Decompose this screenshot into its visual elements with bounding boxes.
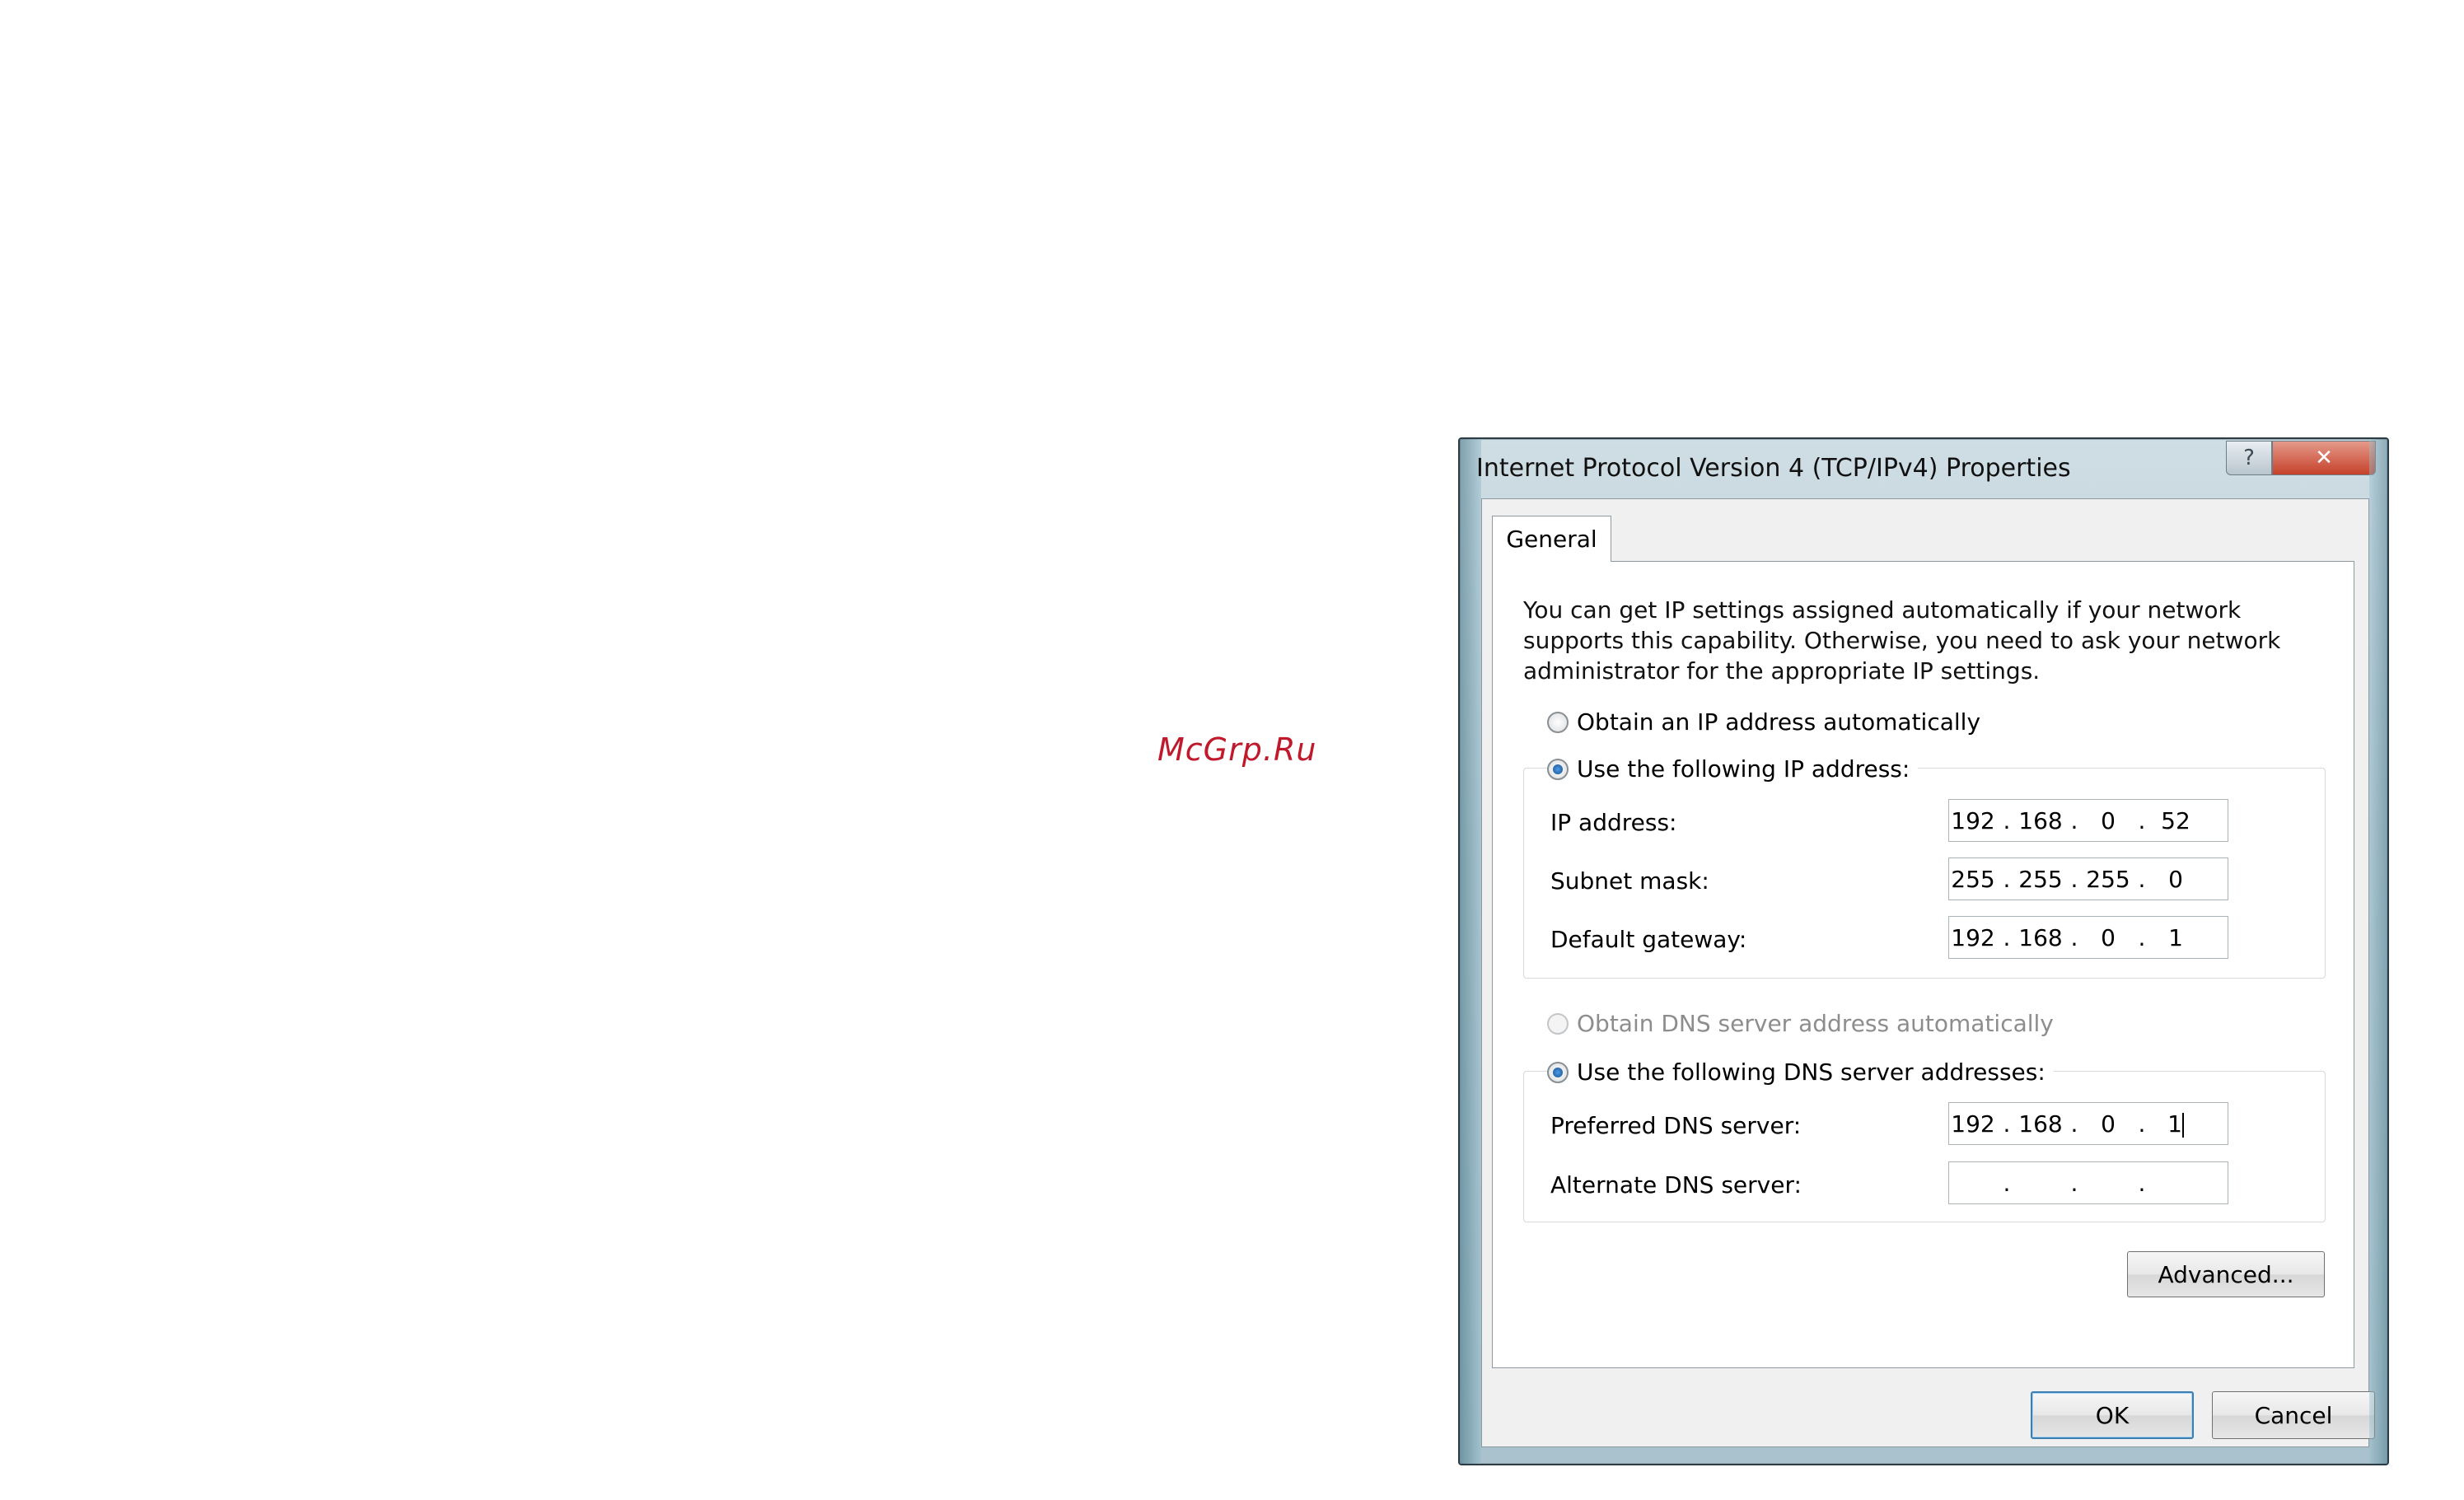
use-following-ip-radio[interactable] [1547,758,1569,780]
description-text: You can get IP settings assigned automat… [1523,596,2281,685]
default-gateway-input[interactable]: 192. 168. 0. 1 [1948,916,2228,959]
octet: 0 [2101,806,2116,834]
obtain-ip-auto-option[interactable]: Obtain an IP address automatically [1547,708,1980,736]
title-bar-buttons: ? ✕ [2226,441,2376,475]
ok-button[interactable]: OK [2031,1391,2194,1439]
octet: 192 [1951,806,1995,834]
close-button[interactable]: ✕ [2272,441,2376,475]
octet: 168 [2018,806,2063,834]
watermark-text: McGrp.Ru [1157,731,1317,768]
use-following-ip-label: Use the following IP address: [1577,755,1910,783]
octet: 255 [2018,865,2063,893]
close-icon: ✕ [2315,446,2333,470]
ip-address-label: IP address: [1550,809,1677,836]
obtain-ip-auto-label: Obtain an IP address automatically [1577,708,1981,736]
octet: 168 [2018,1110,2063,1138]
octet: 0 [2168,865,2183,893]
obtain-dns-auto-label: Obtain DNS server address automatically [1577,1010,2054,1037]
obtain-dns-auto-option[interactable]: Obtain DNS server address automatically [1547,1010,2054,1037]
text-caret [2181,1112,2184,1138]
octet: 168 [2018,923,2063,951]
preferred-dns-input[interactable]: 192. 168. 0. 1 [1948,1102,2228,1145]
alternate-dns-input[interactable]: . . . [1948,1161,2228,1204]
octet: 1 [2168,923,2183,951]
title-bar[interactable]: Internet Protocol Version 4 (TCP/IPv4) P… [1460,439,2387,497]
octet: 1 [2167,1110,2182,1138]
preferred-dns-label: Preferred DNS server: [1550,1112,1802,1139]
use-following-dns-label: Use the following DNS server addresses: [1577,1058,2046,1086]
ip-address-input[interactable]: 192. 168. 0. 52 [1948,799,2228,842]
subnet-mask-label: Subnet mask: [1550,867,1709,895]
general-tab-panel: You can get IP settings assigned automat… [1492,561,2354,1368]
dialog-client-area: General You can get IP settings assigned… [1481,498,2375,1447]
octet: 0 [2101,1110,2116,1138]
obtain-dns-auto-radio[interactable] [1547,1012,1569,1035]
octet: 255 [1951,865,1995,893]
use-following-dns-option[interactable]: Use the following DNS server addresses: [1547,1058,2054,1086]
default-gateway-label: Default gateway: [1550,926,1747,953]
octet: 192 [1951,923,1995,951]
octet: 0 [2101,923,2116,951]
obtain-ip-auto-radio[interactable] [1547,711,1569,733]
octet: 192 [1951,1110,1995,1138]
octet: 255 [2086,865,2130,893]
help-icon: ? [2243,446,2255,470]
tcpip-properties-dialog: Internet Protocol Version 4 (TCP/IPv4) P… [1458,437,2389,1465]
subnet-mask-input[interactable]: 255. 255. 255. 0 [1948,857,2228,900]
tab-general[interactable]: General [1492,516,1611,562]
use-following-dns-radio[interactable] [1547,1061,1569,1083]
alternate-dns-label: Alternate DNS server: [1550,1171,1802,1199]
dialog-title: Internet Protocol Version 4 (TCP/IPv4) P… [1476,454,2071,483]
use-following-ip-option[interactable]: Use the following IP address: [1547,755,1919,783]
cancel-button[interactable]: Cancel [2212,1391,2375,1439]
help-button[interactable]: ? [2226,441,2272,475]
octet: 52 [2161,806,2190,834]
advanced-button[interactable]: Advanced... [2127,1251,2325,1297]
